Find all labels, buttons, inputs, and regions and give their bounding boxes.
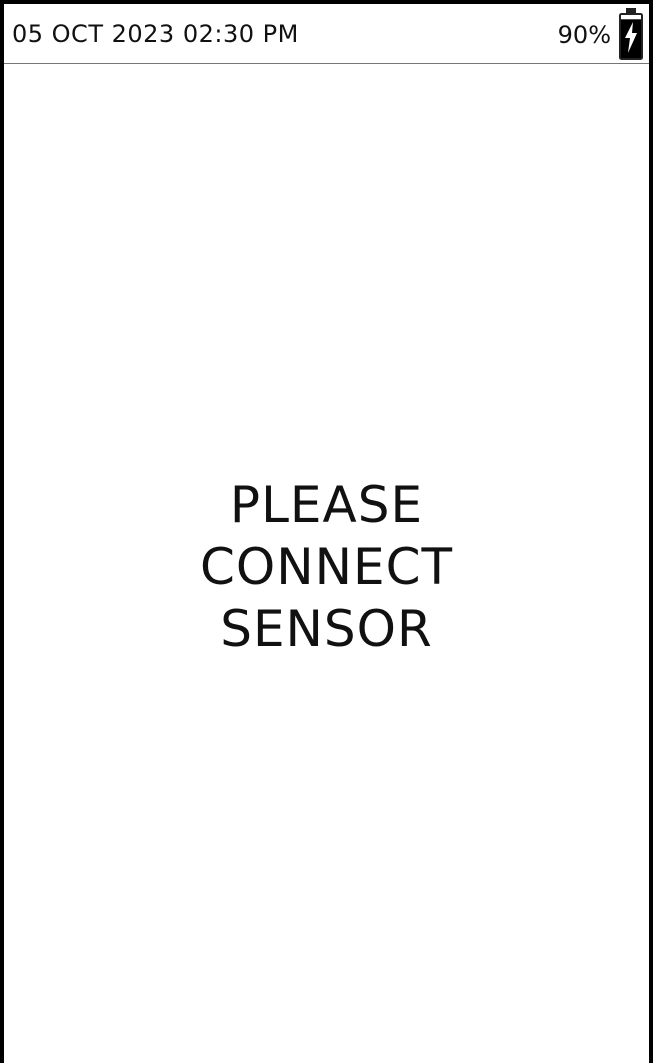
battery-percent: 90% [557,21,611,49]
message-line-2: CONNECT [199,538,454,596]
datetime-label: 05 OCT 2023 02:30 PM [12,20,299,48]
device-screen: 05 OCT 2023 02:30 PM 90% PLEASE CONNECT … [0,0,653,1063]
battery-status: 90% [558,8,643,60]
battery-charging-icon [619,8,643,60]
connect-sensor-message: PLEASE CONNECT SENSOR [4,474,649,660]
message-line-1: PLEASE [229,476,424,534]
status-bar: 05 OCT 2023 02:30 PM 90% [4,4,649,64]
message-line-3: SENSOR [220,600,433,658]
